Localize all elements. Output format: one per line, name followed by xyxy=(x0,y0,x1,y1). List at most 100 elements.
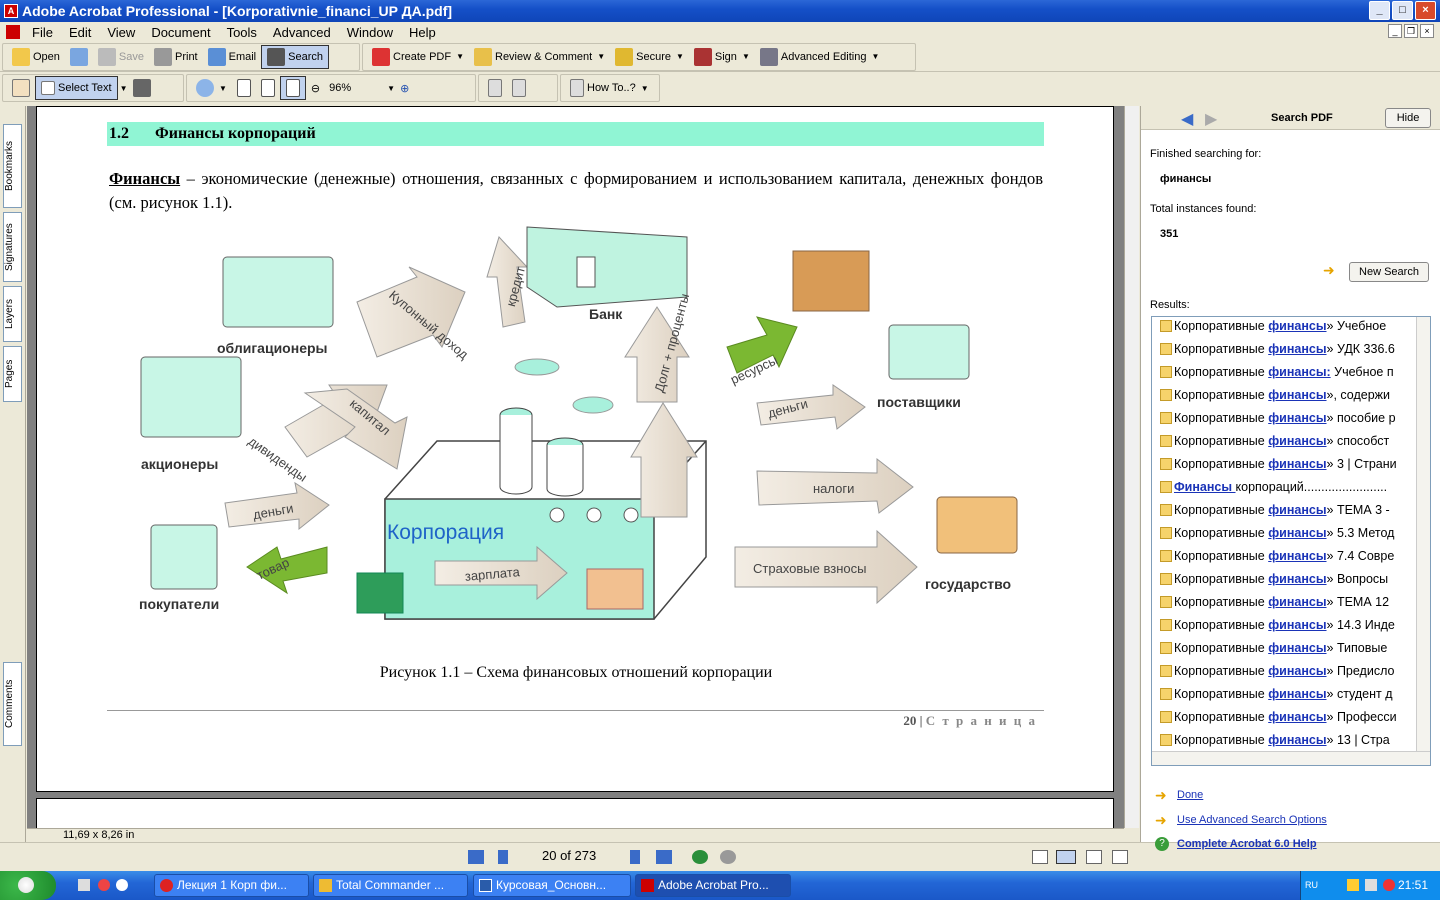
search-result-item[interactable]: Корпоративные финансы», содержи xyxy=(1152,386,1430,409)
hand-tool-button[interactable] xyxy=(7,76,35,100)
advanced-editing-button[interactable]: Advanced Editing ▼ xyxy=(755,45,885,69)
search-result-item[interactable]: Корпоративные финансы» способст xyxy=(1152,432,1430,455)
advanced-search-link[interactable]: Use Advanced Search Options xyxy=(1177,814,1327,826)
search-result-item[interactable]: Корпоративные финансы» 7.4 Совре xyxy=(1152,547,1430,570)
save-button[interactable]: Save xyxy=(93,45,149,69)
menu-advanced[interactable]: Advanced xyxy=(265,25,339,40)
search-result-item[interactable]: Корпоративные финансы» Професси xyxy=(1152,708,1430,731)
tab-bookmarks[interactable]: Bookmarks xyxy=(3,124,22,208)
search-result-item[interactable]: Корпоративные финансы» Вопросы xyxy=(1152,570,1430,593)
rotate-cw-button[interactable] xyxy=(507,76,531,100)
search-result-item[interactable]: Корпоративные финансы» ТЕМА 3 - xyxy=(1152,501,1430,524)
doc-close-button[interactable]: × xyxy=(1420,24,1434,38)
facing-layout-icon[interactable] xyxy=(1086,850,1102,864)
single-page-layout-icon[interactable] xyxy=(1032,850,1048,864)
menu-edit[interactable]: Edit xyxy=(61,25,99,40)
clock[interactable]: 21:51 xyxy=(1398,878,1428,892)
menu-file[interactable]: File xyxy=(24,25,61,40)
zoom-out-button[interactable]: ⊖ xyxy=(306,76,325,100)
search-result-item[interactable]: Корпоративные финансы: Учебное п xyxy=(1152,363,1430,386)
menu-help[interactable]: Help xyxy=(401,25,444,40)
search-result-item[interactable]: Корпоративные финансы» Предисло xyxy=(1152,662,1430,685)
tab-signatures[interactable]: Signatures xyxy=(3,212,22,282)
next-page-icon[interactable] xyxy=(630,850,640,864)
document-view[interactable]: 1.2 Финансы корпораций Финансы – экономич… xyxy=(27,106,1124,838)
hide-button[interactable]: Hide xyxy=(1385,108,1431,128)
quicklaunch-yandex-icon[interactable] xyxy=(116,879,128,891)
result-hit[interactable]: Финансы xyxy=(1174,480,1236,494)
result-hit[interactable]: финансы xyxy=(1268,618,1326,632)
menu-window[interactable]: Window xyxy=(339,25,401,40)
forward-arrow-icon[interactable]: ▶ xyxy=(1205,109,1217,129)
maximize-button[interactable]: □ xyxy=(1392,1,1413,20)
zoom-level-field[interactable]: 96% xyxy=(325,82,385,94)
actual-size-button[interactable] xyxy=(232,76,256,100)
zoom-in-tool-button[interactable]: ▼ xyxy=(191,76,232,100)
quicklaunch-desktop-icon[interactable] xyxy=(78,879,90,891)
minimize-button[interactable]: _ xyxy=(1369,1,1390,20)
select-text-button[interactable]: Select Text xyxy=(35,76,118,100)
previous-view-icon[interactable] xyxy=(692,850,708,864)
task-lecture-doc[interactable]: Лекция 1 Корп фи... xyxy=(154,874,309,897)
menu-document[interactable]: Document xyxy=(143,25,218,40)
result-hit[interactable]: финансы xyxy=(1268,572,1326,586)
start-button[interactable] xyxy=(0,871,56,900)
fit-width-button[interactable] xyxy=(279,76,306,100)
result-hit[interactable]: финансы xyxy=(1268,342,1326,356)
page-number-field[interactable]: 20 of 273 xyxy=(542,848,596,863)
search-result-item[interactable]: Корпоративные финансы» 3 | Страни xyxy=(1152,455,1430,478)
rotate-ccw-button[interactable] xyxy=(483,76,507,100)
snapshot-button[interactable] xyxy=(128,76,156,100)
task-total-commander[interactable]: Total Commander ... xyxy=(313,874,468,897)
how-to-button[interactable]: How To..? ▼ xyxy=(565,76,654,100)
close-button[interactable]: × xyxy=(1415,1,1436,20)
result-hit[interactable]: финансы xyxy=(1268,434,1326,448)
result-hit[interactable]: финансы xyxy=(1268,388,1326,402)
result-hit[interactable]: финансы xyxy=(1268,457,1326,471)
search-result-item[interactable]: Корпоративные финансы» ТЕМА 12 xyxy=(1152,593,1430,616)
search-result-item[interactable]: Корпоративные финансы» УДК 336.6 xyxy=(1152,340,1430,363)
search-result-item[interactable]: Корпоративные финансы» пособие р xyxy=(1152,409,1430,432)
result-hit[interactable]: финансы xyxy=(1268,526,1326,540)
search-result-item[interactable]: Корпоративные финансы» Типовые xyxy=(1152,639,1430,662)
result-hit[interactable]: финансы xyxy=(1268,710,1326,724)
secure-button[interactable]: Secure ▼ xyxy=(610,45,689,69)
create-pdf-button[interactable]: Create PDF ▼ xyxy=(367,45,469,69)
sign-button[interactable]: Sign ▼ xyxy=(689,45,755,69)
result-hit[interactable]: финансы xyxy=(1268,503,1326,517)
document-vertical-scrollbar[interactable] xyxy=(1124,106,1139,828)
tab-comments[interactable]: Comments xyxy=(3,662,22,746)
search-result-item[interactable]: Корпоративные финансы» 5.3 Метод xyxy=(1152,524,1430,547)
tab-pages[interactable]: Pages xyxy=(3,346,22,402)
zoom-in-button[interactable]: ⊕ xyxy=(395,76,414,100)
print-button[interactable]: Print xyxy=(149,45,203,69)
tab-layers[interactable]: Layers xyxy=(3,286,22,342)
open-button[interactable]: Open xyxy=(7,45,65,69)
done-link[interactable]: Done xyxy=(1177,789,1203,801)
tray-language[interactable]: RU xyxy=(1305,880,1318,890)
new-search-button[interactable]: New Search xyxy=(1349,262,1429,282)
next-view-icon[interactable] xyxy=(720,850,736,864)
result-hit[interactable]: финансы xyxy=(1268,595,1326,609)
tray-network-icon[interactable] xyxy=(1347,879,1359,891)
search-button[interactable]: Search xyxy=(261,44,329,69)
quicklaunch-chrome-icon[interactable] xyxy=(98,879,110,891)
acrobat-help-link[interactable]: Complete Acrobat 6.0 Help xyxy=(1177,838,1317,850)
tray-antivirus-icon[interactable] xyxy=(1383,879,1395,891)
search-result-item[interactable]: Корпоративные финансы» Учебное xyxy=(1152,317,1430,340)
tray-volume-icon[interactable] xyxy=(1365,879,1377,891)
email-button[interactable]: Email xyxy=(203,45,262,69)
result-hit[interactable]: финансы xyxy=(1268,687,1326,701)
result-hit[interactable]: финансы xyxy=(1268,319,1326,333)
organizer-button[interactable] xyxy=(65,45,93,69)
results-horizontal-scrollbar[interactable] xyxy=(1152,751,1430,765)
menu-view[interactable]: View xyxy=(99,25,143,40)
review-comment-button[interactable]: Review & Comment ▼ xyxy=(469,45,610,69)
search-result-item[interactable]: Корпоративные финансы» студент д xyxy=(1152,685,1430,708)
results-vertical-scrollbar[interactable] xyxy=(1416,317,1430,753)
result-hit[interactable]: финансы xyxy=(1268,733,1326,747)
fit-page-button[interactable] xyxy=(256,76,280,100)
result-hit[interactable]: финансы xyxy=(1268,641,1326,655)
back-arrow-icon[interactable]: ◀ xyxy=(1181,109,1193,129)
result-hit[interactable]: финансы: xyxy=(1268,365,1330,379)
